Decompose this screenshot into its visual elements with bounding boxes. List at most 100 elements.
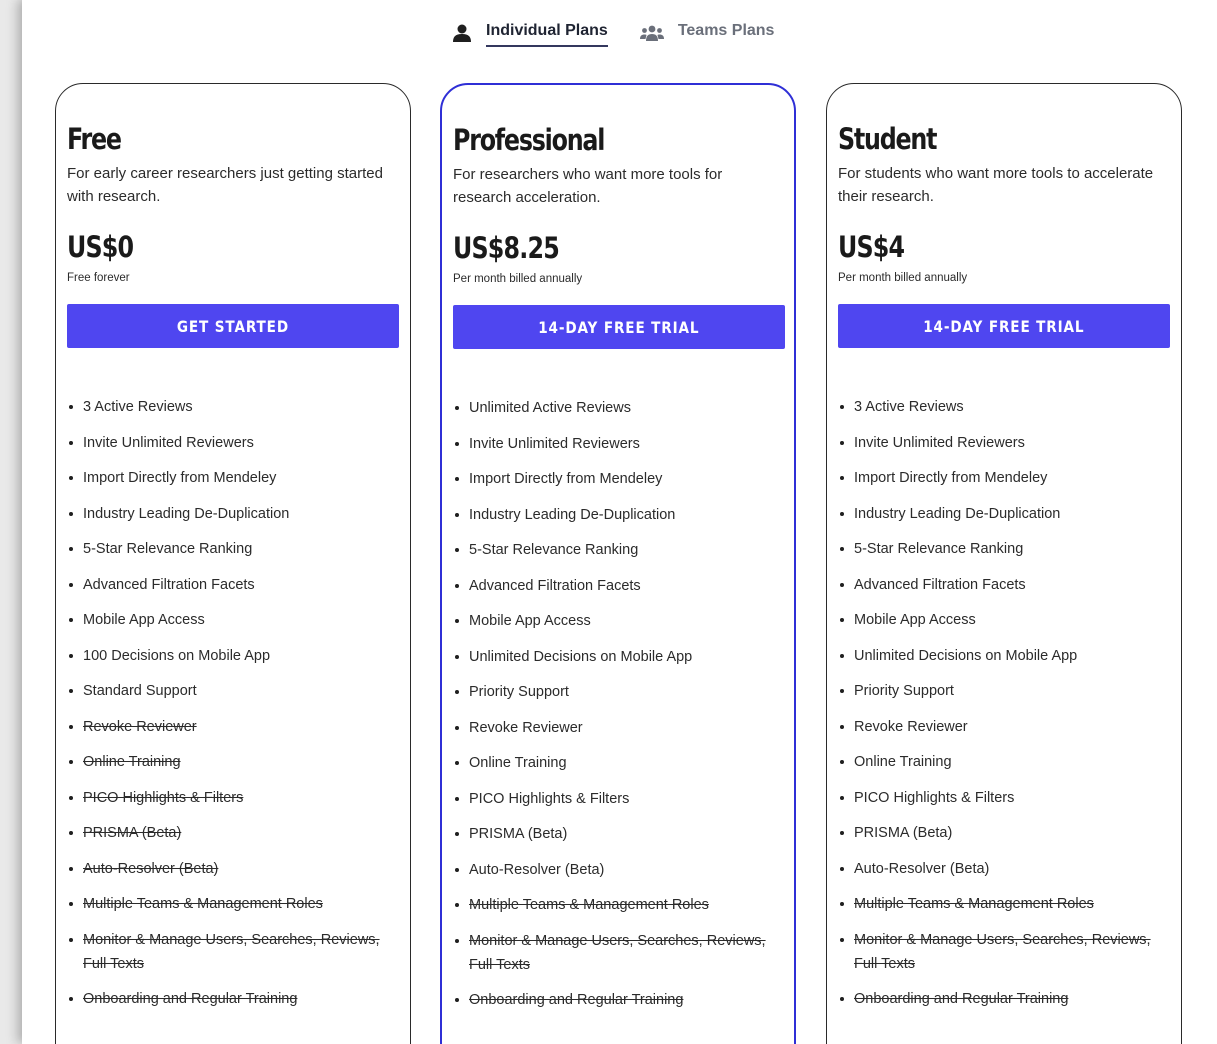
tab-teams-plans-label: Teams Plans xyxy=(677,22,775,39)
feature-item: Mobile App Access xyxy=(453,609,783,633)
feature-text: Onboarding and Regular Training xyxy=(854,991,1069,1007)
feature-text: Unlimited Decisions on Mobile App xyxy=(854,647,1078,664)
feature-item: Onboarding and Regular Training xyxy=(838,987,1170,1011)
feature-text: 5-Star Relevance Ranking xyxy=(469,542,639,558)
plan-card-free: Free For early career researchers just g… xyxy=(55,83,411,1044)
feature-item: Online Training xyxy=(838,750,1170,774)
plan-card-professional: Professional For researchers who want mo… xyxy=(440,83,796,1044)
feature-item: Priority Support xyxy=(453,680,783,704)
feature-item: 100 Decisions on Mobile App xyxy=(67,644,399,668)
feature-item: Import Directly from Mendeley xyxy=(453,467,783,491)
plan-name: Professional xyxy=(453,123,605,157)
feature-item: Standard Support xyxy=(67,679,399,703)
feature-text: Revoke Reviewer xyxy=(469,719,583,736)
plan-type-tabs: Individual Plans Teams Plans xyxy=(452,20,774,52)
feature-text: Online Training xyxy=(83,754,181,770)
cta-label: 14-DAY FREE TRIAL xyxy=(538,317,700,337)
feature-text: Invite Unlimited Reviewers xyxy=(469,435,640,452)
plan-name: Free xyxy=(67,122,122,156)
feature-text: Industry Leading De-Duplication xyxy=(854,505,1061,522)
feature-item: Industry Leading De-Duplication xyxy=(67,502,399,526)
feature-text: Import Directly from Mendeley xyxy=(83,470,277,486)
feature-text: Advanced Filtration Facets xyxy=(83,576,255,593)
plan-billing-note: Per month billed annually xyxy=(453,273,583,285)
feature-item: Invite Unlimited Reviewers xyxy=(453,432,783,456)
feature-item: PICO Highlights & Filters xyxy=(838,786,1170,810)
feature-text: Invite Unlimited Reviewers xyxy=(83,434,254,451)
feature-text: PICO Highlights & Filters xyxy=(469,790,630,807)
feature-text: 3 Active Reviews xyxy=(854,399,964,415)
feature-text: Advanced Filtration Facets xyxy=(469,577,641,594)
feature-text: PRISMA (Beta) xyxy=(469,826,568,842)
feature-item: Unlimited Active Reviews xyxy=(453,396,783,420)
feature-item: Invite Unlimited Reviewers xyxy=(838,431,1170,455)
cta-label: 14-DAY FREE TRIAL xyxy=(923,316,1085,336)
feature-text: Advanced Filtration Facets xyxy=(854,576,1026,593)
feature-item: Mobile App Access xyxy=(67,608,399,632)
free-trial-button-professional[interactable]: 14-DAY FREE TRIAL xyxy=(453,305,785,349)
tab-teams-plans[interactable]: Teams Plans xyxy=(639,20,775,46)
feature-item: Advanced Filtration Facets xyxy=(453,574,783,598)
feature-text: Monitor & Manage Users, Searches, Review… xyxy=(83,931,380,972)
feature-text: Standard Support xyxy=(83,683,197,699)
feature-item: Multiple Teams & Management Roles xyxy=(838,892,1170,916)
free-trial-button-student[interactable]: 14-DAY FREE TRIAL xyxy=(838,304,1170,348)
feature-item: Multiple Teams & Management Roles xyxy=(67,892,399,916)
feature-text: PICO Highlights & Filters xyxy=(83,789,244,806)
feature-item: 3 Active Reviews xyxy=(67,395,399,419)
feature-item: Revoke Reviewer xyxy=(453,716,783,740)
cta-label: GET STARTED xyxy=(176,316,290,336)
feature-item: Auto-Resolver (Beta) xyxy=(838,857,1170,881)
feature-item: Advanced Filtration Facets xyxy=(67,573,399,597)
pricing-page: Individual Plans Teams Plans Free For ea… xyxy=(22,0,1217,1044)
feature-text: Auto-Resolver (Beta) xyxy=(469,861,605,878)
feature-text: Revoke Reviewer xyxy=(83,718,197,735)
feature-text: Unlimited Decisions on Mobile App xyxy=(469,648,693,665)
feature-text: Mobile App Access xyxy=(83,612,205,628)
tab-individual-plans[interactable]: Individual Plans xyxy=(452,20,608,47)
feature-text: Multiple Teams & Management Roles xyxy=(469,897,709,913)
plan-description: For researchers who want more tools for … xyxy=(453,166,723,206)
feature-item: Import Directly from Mendeley xyxy=(67,466,399,490)
feature-text: 5-Star Relevance Ranking xyxy=(83,541,253,557)
tab-individual-plans-label: Individual Plans xyxy=(486,22,608,47)
feature-text: Multiple Teams & Management Roles xyxy=(83,896,323,912)
plan-price: US$8.25 xyxy=(453,231,560,265)
feature-text: Multiple Teams & Management Roles xyxy=(854,896,1094,912)
feature-text: Priority Support xyxy=(469,684,569,700)
feature-text: Import Directly from Mendeley xyxy=(469,471,663,487)
feature-item: Unlimited Decisions on Mobile App xyxy=(838,644,1170,668)
feature-item: Monitor & Manage Users, Searches, Review… xyxy=(453,929,783,977)
feature-text: Import Directly from Mendeley xyxy=(854,470,1048,486)
feature-item: Revoke Reviewer xyxy=(838,715,1170,739)
feature-item: Revoke Reviewer xyxy=(67,715,399,739)
feature-item: 3 Active Reviews xyxy=(838,395,1170,419)
feature-list: 3 Active Reviews Invite Unlimited Reviewe… xyxy=(838,395,1170,1011)
plan-name: Student xyxy=(838,122,938,156)
feature-item: Mobile App Access xyxy=(838,608,1170,632)
feature-text: Industry Leading De-Duplication xyxy=(469,506,676,523)
feature-item: Invite Unlimited Reviewers xyxy=(67,431,399,455)
feature-text: Monitor & Manage Users, Searches, Review… xyxy=(469,932,766,973)
feature-list: 3 Active Reviews Invite Unlimited Reviewe… xyxy=(67,395,399,1011)
feature-item: PICO Highlights & Filters xyxy=(453,787,783,811)
feature-list: Unlimited Active Reviews Invite Unlimited… xyxy=(453,396,783,1012)
feature-text: 3 Active Reviews xyxy=(83,399,193,415)
feature-item: 5-Star Relevance Ranking xyxy=(453,538,783,562)
feature-item: Import Directly from Mendeley xyxy=(838,466,1170,490)
feature-text: 100 Decisions on Mobile App xyxy=(83,647,271,664)
plan-billing-note: Free forever xyxy=(67,272,130,284)
feature-text: 5-Star Relevance Ranking xyxy=(854,541,1024,557)
feature-item: PRISMA (Beta) xyxy=(67,821,399,845)
feature-text: PICO Highlights & Filters xyxy=(854,789,1015,806)
feature-item: Monitor & Manage Users, Searches, Review… xyxy=(838,928,1170,976)
plan-description: For students who want more tools to acce… xyxy=(838,165,1154,205)
user-icon xyxy=(452,24,472,42)
feature-text: Onboarding and Regular Training xyxy=(469,992,684,1008)
feature-text: Auto-Resolver (Beta) xyxy=(83,860,219,877)
feature-text: Mobile App Access xyxy=(469,613,591,629)
get-started-button[interactable]: GET STARTED xyxy=(67,304,399,348)
feature-text: Priority Support xyxy=(854,683,954,699)
feature-text: Revoke Reviewer xyxy=(854,718,968,735)
users-icon xyxy=(639,25,664,41)
